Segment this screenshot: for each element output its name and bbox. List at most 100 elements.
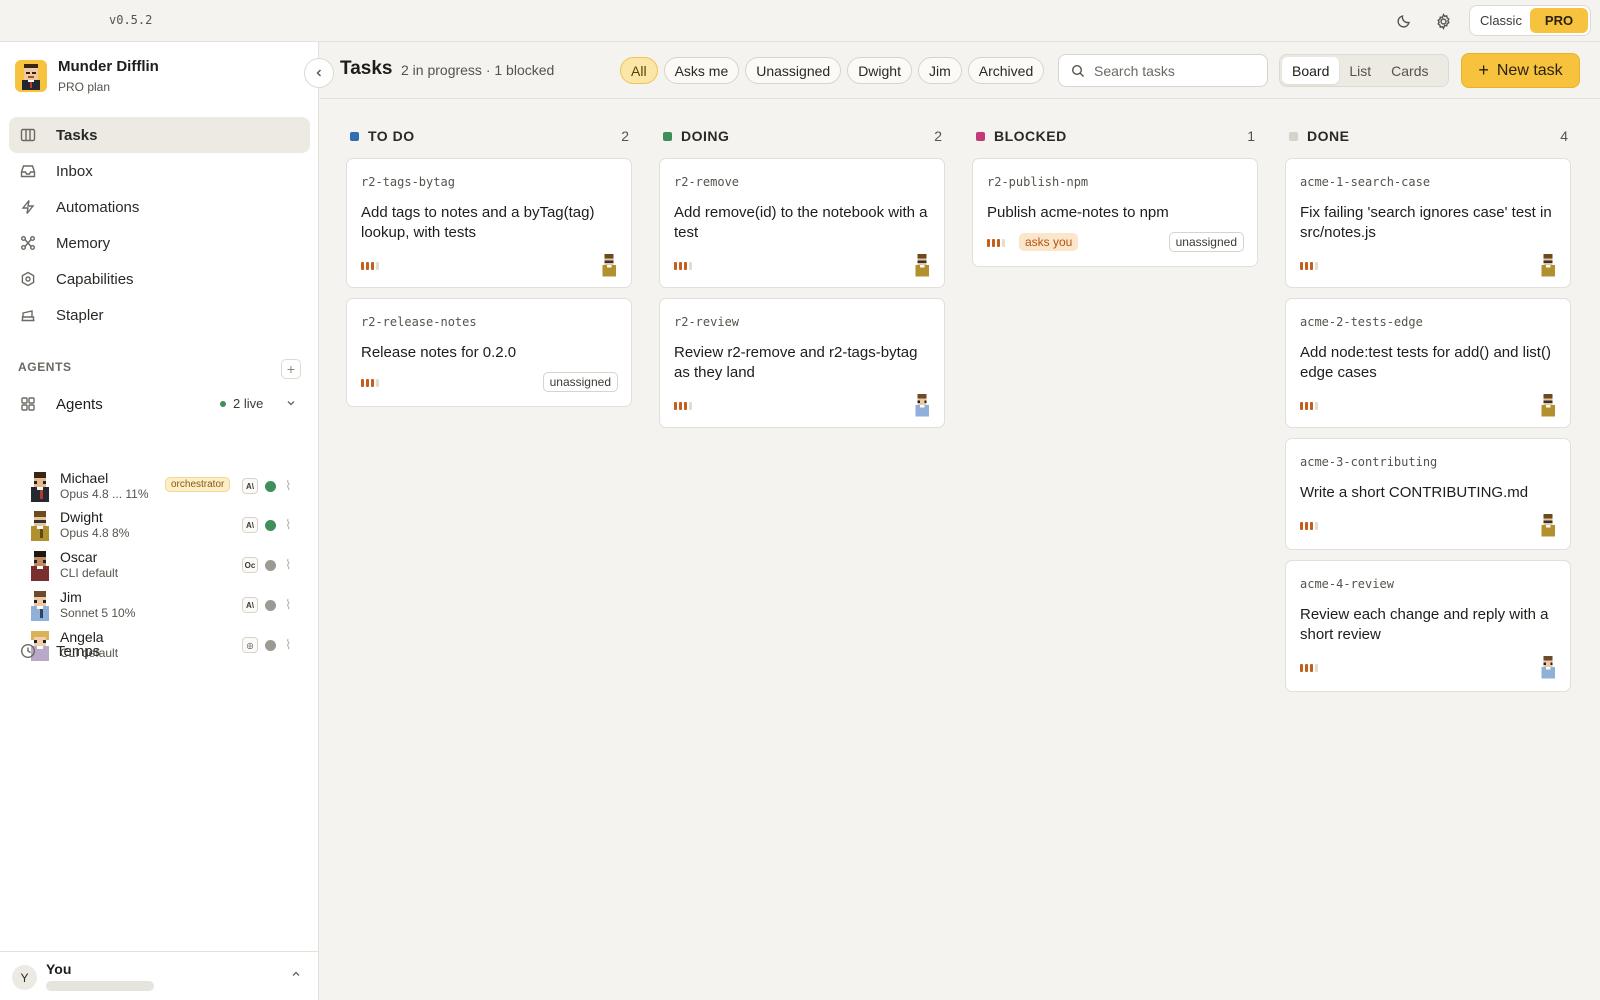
task-card[interactable]: r2-release-notes Release notes for 0.2.0…: [346, 298, 632, 407]
task-card[interactable]: r2-review Review r2-remove and r2-tags-b…: [659, 298, 945, 428]
filter-jim[interactable]: Jim: [917, 57, 962, 84]
agent-name: Jim: [60, 589, 82, 605]
task-id: r2-publish-npm: [987, 175, 1089, 189]
mode-classic-option[interactable]: Classic: [1472, 8, 1530, 33]
priority-indicator: [987, 239, 1005, 247]
agent-name: Oscar: [60, 549, 98, 565]
task-card[interactable]: acme-4-review Review each change and rep…: [1285, 560, 1571, 692]
moon-icon[interactable]: [1394, 11, 1414, 31]
filter-all[interactable]: All: [620, 57, 658, 84]
sidebar-item-label: Inbox: [56, 162, 93, 180]
filter-dwight[interactable]: Dwight: [847, 57, 912, 84]
chevron-down-icon: [285, 396, 297, 413]
page-subtitle: 2 in progress · 1 blocked: [401, 62, 555, 78]
task-id: acme-3-contributing: [1300, 455, 1438, 469]
anthropic-icon: A\: [242, 597, 258, 613]
sidebar-item-capabilities[interactable]: Capabilities: [9, 261, 310, 297]
grid-icon: [19, 395, 37, 413]
priority-indicator: [1300, 664, 1318, 672]
top-bar: v0.5.2 Classic PRO: [0, 0, 1600, 42]
sidebar-item-label: Automations: [56, 198, 140, 216]
add-agent-button[interactable]: +: [281, 359, 301, 379]
agent-meta: Sonnet 5 10%: [60, 606, 136, 620]
new-task-button[interactable]: + New task: [1461, 53, 1580, 88]
live-dot: [220, 400, 226, 407]
new-task-label: New task: [1496, 61, 1563, 79]
view-board[interactable]: Board: [1282, 57, 1340, 84]
task-card[interactable]: acme-3-contributing Write a short CONTRI…: [1285, 438, 1571, 550]
sidebar-item-memory[interactable]: Memory: [9, 225, 310, 261]
graph-icon: [19, 234, 37, 252]
agent-item-oscar[interactable]: Oscar CLI default Oc ⌇: [28, 549, 308, 587]
live-count: 2 live: [220, 396, 263, 411]
hexagon-icon: [19, 270, 37, 288]
gear-icon[interactable]: [1433, 11, 1453, 31]
task-card[interactable]: r2-tags-bytag Add tags to notes and a by…: [346, 158, 632, 288]
filter-unassigned[interactable]: Unassigned: [745, 57, 842, 84]
search-box[interactable]: [1058, 54, 1268, 87]
sidebar-temps: Temps: [9, 633, 310, 669]
toolbar: Tasks 2 in progress · 1 blocked All Asks…: [320, 42, 1600, 99]
agents-section-header: AGENTS: [18, 360, 72, 374]
agents-group-toggle[interactable]: Agents 2 live: [9, 386, 310, 422]
assignee-avatar: [915, 253, 929, 277]
sidebar-item-label: Temps: [56, 642, 101, 660]
column-count: 2: [621, 128, 629, 144]
column-header: DONE 4: [1285, 122, 1571, 150]
column-doing: DOING 2 r2-remove Add remove(id) to the …: [659, 122, 945, 428]
page-title: Tasks: [340, 58, 393, 79]
columns-icon: [19, 126, 37, 144]
inbox-icon: [19, 162, 37, 180]
status-dot: [265, 560, 276, 571]
task-title: Fix failing 'search ignores case' test i…: [1300, 204, 1552, 241]
sidebar-item-tasks[interactable]: Tasks: [9, 117, 310, 153]
paperclip-icon[interactable]: ⌇: [285, 517, 291, 533]
agents-row-label: Agents: [56, 395, 103, 413]
column-name: DOING: [681, 128, 730, 144]
agent-item-michael[interactable]: Michael Opus 4.8 ... 11% orchestrator A\…: [28, 470, 308, 508]
task-id: r2-release-notes: [361, 315, 477, 329]
view-list[interactable]: List: [1339, 57, 1381, 84]
assignee-avatar: [1541, 393, 1555, 417]
user-name: You: [46, 961, 72, 977]
task-title: Write a short CONTRIBUTING.md: [1300, 484, 1529, 501]
paperclip-icon[interactable]: ⌇: [285, 597, 291, 613]
collapse-sidebar-button[interactable]: [304, 58, 334, 88]
assignee-avatar: [602, 253, 616, 277]
paperclip-icon[interactable]: ⌇: [285, 478, 291, 494]
org-switcher[interactable]: Munder Difflin PRO plan: [15, 58, 159, 94]
filter-archived[interactable]: Archived: [967, 57, 1045, 84]
agent-item-dwight[interactable]: Dwight Opus 4.8 8% A\ ⌇: [28, 509, 308, 547]
view-switcher: Board List Cards: [1279, 54, 1449, 87]
column-header: TO DO 2: [346, 122, 632, 150]
task-card[interactable]: r2-remove Add remove(id) to the notebook…: [659, 158, 945, 288]
column-name: TO DO: [368, 128, 415, 144]
sidebar-item-automations[interactable]: Automations: [9, 189, 310, 225]
column-count: 2: [934, 128, 942, 144]
task-card[interactable]: acme-2-tests-edge Add node:test tests fo…: [1285, 298, 1571, 428]
sidebar: Munder Difflin PRO plan Tasks Inbox Auto…: [0, 42, 319, 1000]
task-title: Publish acme-notes to npm: [987, 204, 1169, 221]
filter-chips: All Asks me Unassigned Dwight Jim Archiv…: [620, 57, 1045, 84]
user-menu[interactable]: Y You: [0, 951, 319, 1000]
task-id: r2-tags-bytag: [361, 175, 455, 189]
anthropic-icon: A\: [242, 478, 258, 494]
paperclip-icon[interactable]: ⌇: [285, 557, 291, 573]
sidebar-item-stapler[interactable]: Stapler: [9, 297, 310, 333]
task-title: Review r2-remove and r2-tags-bytag as th…: [674, 344, 918, 381]
sidebar-item-inbox[interactable]: Inbox: [9, 153, 310, 189]
column-color-square: [663, 131, 672, 141]
view-cards[interactable]: Cards: [1381, 57, 1438, 84]
agent-item-jim[interactable]: Jim Sonnet 5 10% A\ ⌇: [28, 589, 308, 627]
column-header: BLOCKED 1: [972, 122, 1258, 150]
filter-asks-me[interactable]: Asks me: [663, 57, 740, 84]
sidebar-item-temps[interactable]: Temps: [9, 633, 310, 669]
task-card[interactable]: acme-1-search-case Fix failing 'search i…: [1285, 158, 1571, 288]
mode-pro-option[interactable]: PRO: [1530, 8, 1588, 33]
search-input[interactable]: [1094, 62, 1254, 79]
column-count: 4: [1560, 128, 1568, 144]
mode-toggle[interactable]: Classic PRO: [1469, 5, 1591, 36]
task-card[interactable]: r2-publish-npm Publish acme-notes to npm…: [972, 158, 1258, 267]
assignee-avatar: [915, 393, 929, 417]
agent-meta: Opus 4.8 ... 11%: [60, 487, 149, 501]
